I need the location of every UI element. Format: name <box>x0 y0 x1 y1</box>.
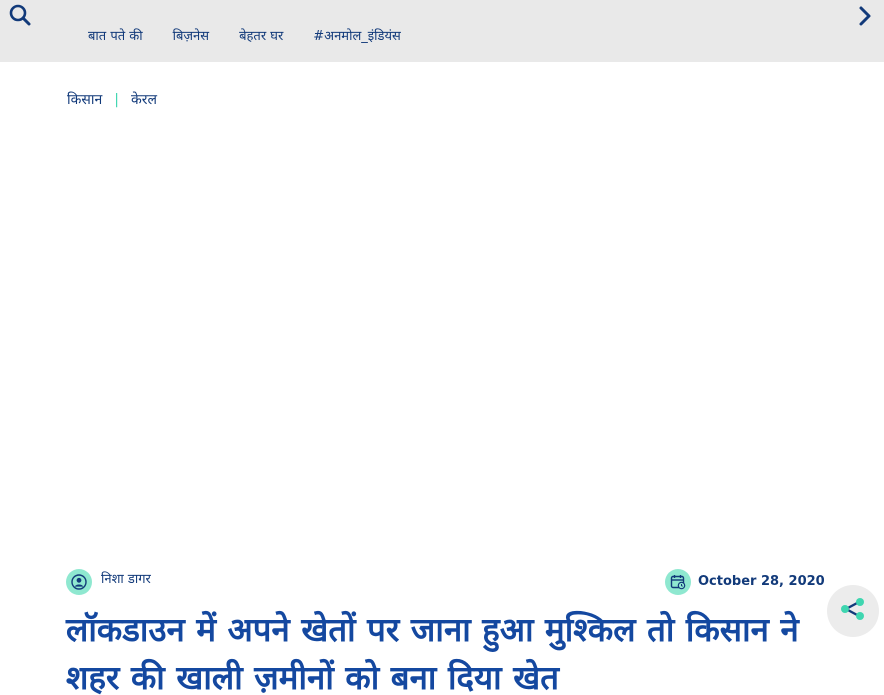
nav-item-business[interactable]: बिज़नेस <box>173 28 209 48</box>
share-button[interactable] <box>827 585 879 637</box>
nav-item-baat-pate-ki[interactable]: बात पते की <box>88 28 143 48</box>
user-icon <box>66 569 92 595</box>
main-nav: बात पते की बिज़नेस बेहतर घर #अनमोल_इंडिय… <box>88 28 401 48</box>
chevron-right-icon[interactable] <box>854 4 876 28</box>
nav-item-anmol-indians[interactable]: #अनमोल_इंडियंस <box>313 28 401 48</box>
article-title: लॉकडाउन में अपने खेतों पर जाना हुआ मुश्क… <box>66 610 799 695</box>
author-block: निशा डागर <box>66 569 151 595</box>
top-bar: बात पते की बिज़नेस बेहतर घर #अनमोल_इंडिय… <box>0 0 884 62</box>
search-icon[interactable] <box>8 4 34 28</box>
publish-date-block: October 28, 2020 <box>665 569 825 595</box>
breadcrumb-separator: | <box>114 92 119 108</box>
breadcrumb-item-kisan[interactable]: किसान <box>67 90 102 110</box>
publish-date: October 28, 2020 <box>698 574 825 589</box>
author-name[interactable]: निशा डागर <box>101 571 151 589</box>
calendar-icon <box>665 569 691 595</box>
share-icon <box>839 597 867 625</box>
breadcrumb: किसान | केरल <box>67 90 157 110</box>
breadcrumb-item-kerala[interactable]: केरल <box>131 90 157 110</box>
nav-item-behtar-ghar[interactable]: बेहतर घर <box>239 28 283 48</box>
